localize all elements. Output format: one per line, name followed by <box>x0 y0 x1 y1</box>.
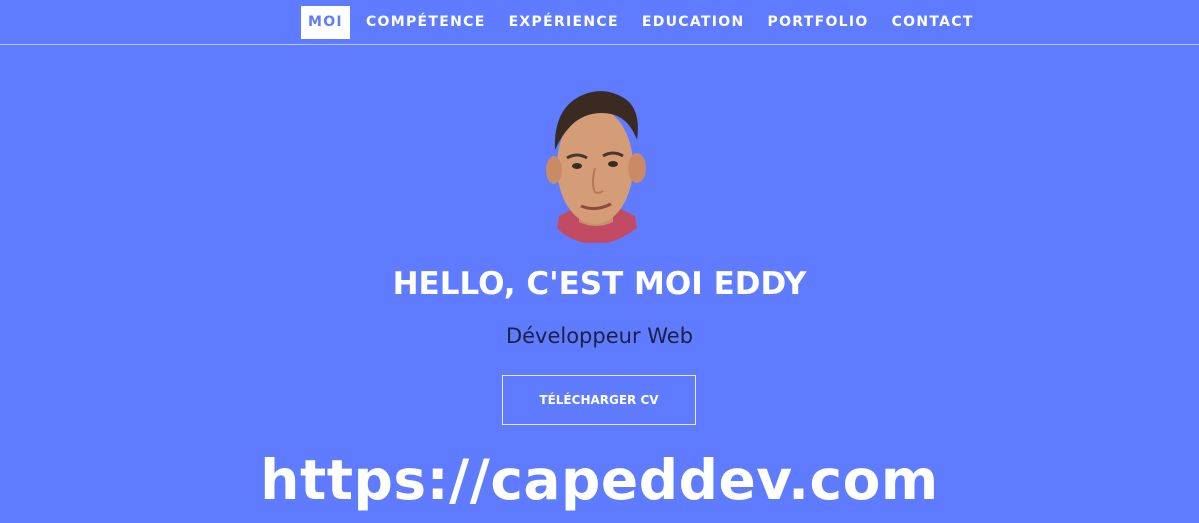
nav-item-moi[interactable]: MOI <box>301 6 350 39</box>
nav-item-portfolio[interactable]: PORTFOLIO <box>762 6 875 39</box>
hero-title: HELLO, C'EST MOI EDDY <box>392 266 807 302</box>
avatar-ear-left <box>546 156 562 184</box>
nav-item-competence[interactable]: COMPÉTENCE <box>360 6 492 39</box>
hero-subtitle: Développeur Web <box>505 324 694 348</box>
nav-menu: MOI COMPÉTENCE EXPÉRIENCE EDUCATION PORT… <box>301 6 991 39</box>
avatar-eye-right <box>608 161 618 167</box>
avatar-ear-right <box>628 153 646 183</box>
avatar-eye-left <box>572 163 582 169</box>
top-navbar: MOI COMPÉTENCE EXPÉRIENCE EDUCATION PORT… <box>0 0 1199 45</box>
nav-item-experience[interactable]: EXPÉRIENCE <box>503 6 625 39</box>
watermark-url: https://capeddev.com <box>260 448 939 512</box>
download-cv-button[interactable]: TÉLÉCHARGER CV <box>502 375 696 425</box>
nav-item-contact[interactable]: CONTACT <box>886 6 980 39</box>
nav-item-education[interactable]: EDUCATION <box>636 6 751 39</box>
profile-avatar <box>546 91 646 243</box>
